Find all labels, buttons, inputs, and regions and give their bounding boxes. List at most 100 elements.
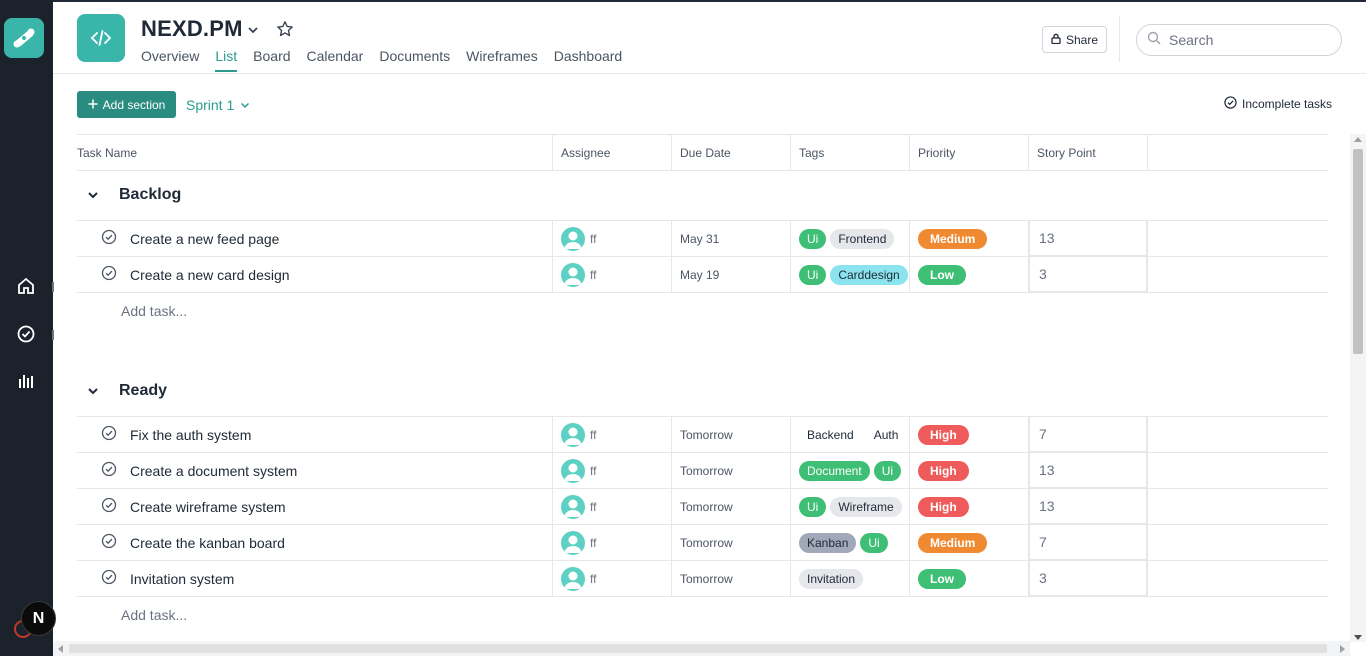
assignee-cell[interactable]: ff	[553, 417, 672, 452]
chevron-down-icon[interactable]	[85, 187, 101, 203]
check-circle-icon[interactable]	[101, 425, 117, 444]
sprint-selector[interactable]: Sprint 1	[186, 97, 250, 113]
chevron-down-icon[interactable]	[85, 383, 101, 399]
add-task-button[interactable]: Add task...	[121, 607, 187, 623]
tags-cell[interactable]: Backend Auth	[791, 417, 910, 452]
home-icon[interactable]	[14, 274, 38, 298]
tab-dashboard[interactable]: Dashboard	[554, 48, 623, 70]
scroll-right-icon[interactable]	[1340, 645, 1345, 653]
column-header-task-name: Task Name	[77, 135, 553, 171]
add-task-row: Add task...	[77, 293, 1328, 329]
vertical-scroll-thumb[interactable]	[1353, 149, 1363, 354]
assignee-cell[interactable]: ff	[553, 453, 672, 488]
task-name[interactable]: Create wireframe system	[130, 499, 286, 515]
story-point-input[interactable]: 13	[1029, 452, 1147, 488]
assignee-cell[interactable]: ff	[553, 525, 672, 560]
priority-cell[interactable]: Low	[910, 257, 1029, 292]
check-circle-icon[interactable]	[101, 265, 117, 284]
task-name[interactable]: Invitation system	[130, 571, 234, 587]
table-row[interactable]: Fix the auth system ff Tomorrow Backend Auth…	[77, 416, 1328, 453]
tags-cell[interactable]: Document Ui	[791, 453, 910, 488]
priority-cell[interactable]: Medium	[910, 525, 1029, 560]
priority-cell[interactable]: Medium	[910, 221, 1029, 256]
story-point-input[interactable]: 3	[1029, 560, 1147, 596]
share-button[interactable]: Share	[1042, 26, 1107, 53]
assignee-cell[interactable]: ff	[553, 257, 672, 292]
task-name-cell[interactable]: Create a new card design	[77, 257, 553, 292]
task-name-cell[interactable]: Create wireframe system	[77, 489, 553, 524]
priority-cell[interactable]: High	[910, 453, 1029, 488]
tags-cell[interactable]: Ui Carddesign	[791, 257, 910, 292]
star-icon[interactable]	[274, 18, 296, 40]
table-row[interactable]: Create wireframe system ff Tomorrow Ui Wiref…	[77, 488, 1328, 525]
priority-cell[interactable]: Low	[910, 561, 1029, 596]
check-circle-icon[interactable]	[101, 533, 117, 552]
section-title[interactable]: Ready	[119, 382, 167, 400]
section-title[interactable]: Backlog	[119, 186, 181, 204]
task-name-cell[interactable]: Create a document system	[77, 453, 553, 488]
due-date-cell[interactable]: May 31	[672, 221, 791, 256]
task-name[interactable]: Fix the auth system	[130, 427, 251, 443]
tasks-icon[interactable]	[14, 322, 38, 346]
horizontal-scroll-thumb[interactable]	[69, 644, 1327, 653]
story-point-input[interactable]: 7	[1029, 416, 1147, 452]
due-date-cell[interactable]: Tomorrow	[672, 561, 791, 596]
tab-calendar[interactable]: Calendar	[307, 48, 364, 70]
task-name-cell[interactable]: Invitation system	[77, 561, 553, 596]
table-row[interactable]: Create the kanban board ff Tomorrow Kanban U…	[77, 524, 1328, 561]
scroll-down-icon[interactable]	[1354, 635, 1362, 640]
priority-cell[interactable]: High	[910, 489, 1029, 524]
check-circle-icon[interactable]	[101, 569, 117, 588]
story-point-input[interactable]: 7	[1029, 524, 1147, 560]
priority-cell[interactable]: High	[910, 417, 1029, 452]
user-avatar[interactable]: N	[21, 601, 56, 636]
due-date-cell[interactable]: Tomorrow	[672, 525, 791, 560]
column-header-assignee: Assignee	[553, 135, 672, 171]
tab-overview[interactable]: Overview	[141, 48, 199, 70]
assignee-cell[interactable]: ff	[553, 489, 672, 524]
task-name[interactable]: Create a new card design	[130, 267, 290, 283]
table-row[interactable]: Create a document system ff Tomorrow Docume…	[77, 452, 1328, 489]
tags-cell[interactable]: Ui Wireframe	[791, 489, 910, 524]
tab-wireframes[interactable]: Wireframes	[466, 48, 538, 70]
tags-cell[interactable]: Invitation	[791, 561, 910, 596]
add-task-button[interactable]: Add task...	[121, 303, 187, 319]
table-row[interactable]: Create a new feed page ff May 31 Ui Frontend…	[77, 220, 1328, 257]
task-name[interactable]: Create a document system	[130, 463, 297, 479]
incomplete-tasks-filter[interactable]: Incomplete tasks	[1224, 96, 1332, 112]
assignee-cell[interactable]: ff	[553, 221, 672, 256]
due-date-cell[interactable]: May 19	[672, 257, 791, 292]
task-name-cell[interactable]: Create a new feed page	[77, 221, 553, 256]
story-point-input[interactable]: 3	[1029, 256, 1147, 292]
tags-cell[interactable]: Kanban Ui	[791, 525, 910, 560]
horizontal-scrollbar[interactable]	[53, 641, 1350, 656]
analytics-icon[interactable]	[14, 369, 38, 393]
scroll-up-icon[interactable]	[1354, 137, 1362, 142]
story-point-input[interactable]: 13	[1029, 488, 1147, 524]
due-date-cell[interactable]: Tomorrow	[672, 453, 791, 488]
tab-documents[interactable]: Documents	[379, 48, 450, 70]
story-point-input[interactable]: 13	[1029, 220, 1147, 256]
check-circle-icon[interactable]	[101, 497, 117, 516]
tag-badge: Wireframe	[830, 496, 902, 517]
task-name-cell[interactable]: Create the kanban board	[77, 525, 553, 560]
tab-list[interactable]: List	[215, 48, 237, 72]
scroll-left-icon[interactable]	[58, 645, 63, 653]
due-date-cell[interactable]: Tomorrow	[672, 489, 791, 524]
chevron-down-icon[interactable]	[243, 20, 263, 40]
assignee-cell[interactable]: ff	[553, 561, 672, 596]
check-circle-icon[interactable]	[101, 229, 117, 248]
vertical-scrollbar[interactable]	[1350, 134, 1366, 642]
task-name[interactable]: Create the kanban board	[130, 535, 285, 551]
task-name[interactable]: Create a new feed page	[130, 231, 279, 247]
logo-icon[interactable]	[4, 18, 44, 58]
add-section-button[interactable]: Add section	[77, 91, 176, 118]
due-date-cell[interactable]: Tomorrow	[672, 417, 791, 452]
search-input[interactable]	[1169, 32, 1319, 48]
table-row[interactable]: Invitation system ff Tomorrow Invitation Low…	[77, 560, 1328, 597]
table-row[interactable]: Create a new card design ff May 19 Ui Cardde…	[77, 256, 1328, 293]
task-name-cell[interactable]: Fix the auth system	[77, 417, 553, 452]
tags-cell[interactable]: Ui Frontend	[791, 221, 910, 256]
tab-board[interactable]: Board	[253, 48, 290, 70]
check-circle-icon[interactable]	[101, 461, 117, 480]
